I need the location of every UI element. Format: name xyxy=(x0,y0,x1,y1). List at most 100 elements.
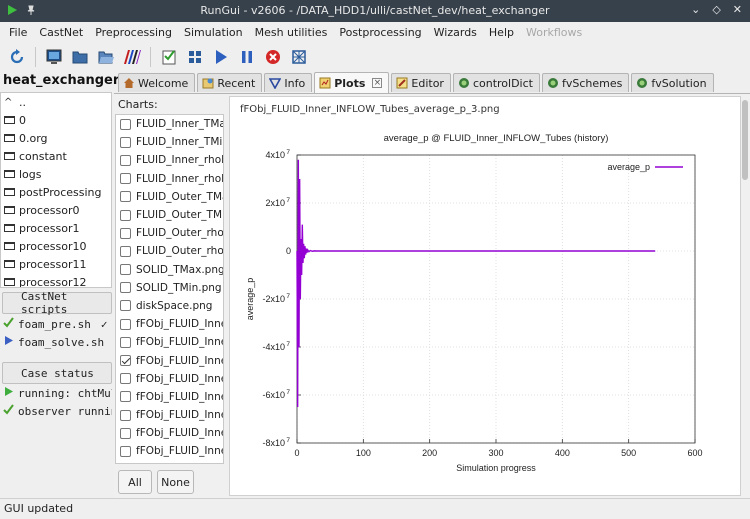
chart-checkbox[interactable] xyxy=(120,136,131,148)
stop-icon[interactable] xyxy=(262,46,284,68)
tree-item[interactable]: 0 xyxy=(1,111,111,129)
chart-list-item[interactable]: diskSpace.png xyxy=(116,297,223,315)
chart-list-item[interactable]: FLUID_Outer_rhoM xyxy=(116,224,223,242)
castnet-scripts-toggle[interactable]: CastNet scripts xyxy=(2,290,112,316)
chart-checkbox[interactable] xyxy=(120,209,131,221)
chart-list-item[interactable]: FLUID_Inner_TMax xyxy=(116,115,223,133)
scripts-list[interactable]: foam_pre.sh ✓ foam_solve.sh xyxy=(0,315,112,355)
chart-list-item[interactable]: FLUID_Outer_TMax xyxy=(116,188,223,206)
chart-list-item[interactable]: fFObj_FLUID_Inner xyxy=(116,424,223,442)
chart-list-item[interactable]: fFObj_FLUID_Inner xyxy=(116,315,223,333)
chart-checkbox[interactable] xyxy=(120,300,131,312)
script-item[interactable]: foam_pre.sh ✓ xyxy=(0,315,112,333)
charts-list[interactable]: FLUID_Inner_TMax FLUID_Inner_TMin. FLUID_I… xyxy=(115,114,224,464)
tree-item[interactable]: processor11 xyxy=(1,255,111,273)
grid-icon[interactable] xyxy=(184,46,206,68)
chart-checkbox[interactable] xyxy=(120,409,131,421)
chart-list-item[interactable]: FLUID_Inner_TMin. xyxy=(116,133,223,151)
tree-item[interactable]: processor12 xyxy=(1,273,111,287)
play-icon[interactable] xyxy=(210,46,232,68)
chart-checkbox[interactable] xyxy=(120,118,131,130)
checklist-icon[interactable] xyxy=(158,46,180,68)
select-all-button[interactable]: All xyxy=(118,470,152,494)
chart-list-item[interactable]: fFObj_FLUID_Inner xyxy=(116,442,223,460)
chart-list-item[interactable]: FLUID_Outer_rhoM xyxy=(116,242,223,260)
menu-mesh-utilities[interactable]: Mesh utilities xyxy=(249,26,334,39)
chart-checkbox[interactable] xyxy=(120,173,131,185)
tree-item[interactable]: processor0 xyxy=(1,201,111,219)
script-item[interactable]: foam_solve.sh xyxy=(0,333,112,351)
plot-scrollbar[interactable] xyxy=(741,96,749,496)
legend-label: average_p xyxy=(607,162,650,172)
tab-info[interactable]: Info xyxy=(264,73,313,92)
tab-controldict[interactable]: controlDict xyxy=(452,73,540,92)
chart-list-item[interactable]: SOLID_TMin.png xyxy=(116,279,223,297)
tab-welcome[interactable]: Welcome xyxy=(118,73,196,92)
menu-preprocessing[interactable]: Preprocessing xyxy=(89,26,178,39)
menu-workflows[interactable]: Workflows xyxy=(520,26,588,39)
chart-list-item[interactable]: fFObj_FLUID_Inner xyxy=(116,333,223,351)
tree-item[interactable]: processor1 xyxy=(1,219,111,237)
chart-checkbox[interactable] xyxy=(120,191,131,203)
chart-title: average_p @ FLUID_Inner_INFLOW_Tubes (hi… xyxy=(384,133,609,144)
case-status-toggle[interactable]: Case status xyxy=(2,362,112,384)
menu-wizards[interactable]: Wizards xyxy=(428,26,483,39)
menu-postprocessing[interactable]: Postprocessing xyxy=(333,26,427,39)
minimize-icon[interactable]: ⌄ xyxy=(691,3,700,16)
tree-item-label: processor11 xyxy=(19,257,87,271)
monitor-icon[interactable] xyxy=(43,46,65,68)
chart-checkbox[interactable] xyxy=(120,318,131,330)
series-line-average-p xyxy=(296,159,656,408)
chart-list-item[interactable]: fFObj_FLUID_Inner xyxy=(116,388,223,406)
chart-checkbox[interactable] xyxy=(120,282,131,294)
open-folder-icon[interactable] xyxy=(95,46,117,68)
chart-checkbox[interactable] xyxy=(120,154,131,166)
menu-help[interactable]: Help xyxy=(483,26,520,39)
chart-checkbox[interactable] xyxy=(120,445,131,457)
chart-checkbox[interactable] xyxy=(120,427,131,439)
chart-checkbox[interactable] xyxy=(120,355,131,367)
tree-item[interactable]: postProcessing xyxy=(1,183,111,201)
tab-recent[interactable]: Recent xyxy=(197,73,263,92)
chart-list-item[interactable]: FLUID_Outer_TMin. xyxy=(116,206,223,224)
tree-item[interactable]: constant xyxy=(1,147,111,165)
tab-close-icon[interactable]: × xyxy=(372,78,383,88)
chart-list-item[interactable]: fFObj_FLUID_Inner xyxy=(116,370,223,388)
case-file-tree[interactable]: ^.. 0 0.org constant logs postProcessing proce… xyxy=(0,92,112,288)
select-none-button[interactable]: None xyxy=(157,470,194,494)
chart-checkbox[interactable] xyxy=(120,227,131,239)
tab-fvsolution[interactable]: fvSolution xyxy=(631,73,714,92)
tab-editor[interactable]: Editor xyxy=(391,73,451,92)
close-icon[interactable]: ✕ xyxy=(733,3,742,16)
colormap-icon[interactable] xyxy=(121,46,143,68)
tree-item[interactable]: processor10 xyxy=(1,237,111,255)
chart-checkbox[interactable] xyxy=(120,373,131,385)
y-tick-label: 4x10 xyxy=(265,150,285,160)
y-tick-label: 0 xyxy=(286,246,291,256)
tree-item[interactable]: ^.. xyxy=(1,93,111,111)
folder-icon[interactable] xyxy=(69,46,91,68)
maximize-icon[interactable]: ◇ xyxy=(712,3,720,16)
chart-checkbox[interactable] xyxy=(120,391,131,403)
menu-castnet[interactable]: CastNet xyxy=(33,26,89,39)
tab-fvschemes[interactable]: fvSchemes xyxy=(541,73,630,92)
tab-plots[interactable]: Plots × xyxy=(314,72,390,93)
refresh-icon[interactable] xyxy=(6,46,28,68)
plot-filename: fFObj_FLUID_Inner_INFLOW_Tubes_average_p… xyxy=(240,104,500,115)
scrollbar-thumb[interactable] xyxy=(742,100,748,180)
chart-list-item[interactable]: FLUID_Inner_rhoM xyxy=(116,170,223,188)
menu-simulation[interactable]: Simulation xyxy=(178,26,249,39)
menu-file[interactable]: File xyxy=(3,26,33,39)
chart-checkbox[interactable] xyxy=(120,336,131,348)
mesh-icon[interactable] xyxy=(288,46,310,68)
chart-checkbox[interactable] xyxy=(120,245,131,257)
y-tick-exponent: 7 xyxy=(286,149,290,156)
chart-list-item[interactable]: fFObj_FLUID_Inner xyxy=(116,406,223,424)
chart-list-item[interactable]: SOLID_TMax.png xyxy=(116,261,223,279)
tree-item[interactable]: 0.org xyxy=(1,129,111,147)
tree-item[interactable]: logs xyxy=(1,165,111,183)
chart-checkbox[interactable] xyxy=(120,264,131,276)
pause-icon[interactable] xyxy=(236,46,258,68)
chart-list-item[interactable]: FLUID_Inner_rhoM xyxy=(116,151,223,169)
chart-list-item[interactable]: fFObj_FLUID_Inner xyxy=(116,351,223,369)
